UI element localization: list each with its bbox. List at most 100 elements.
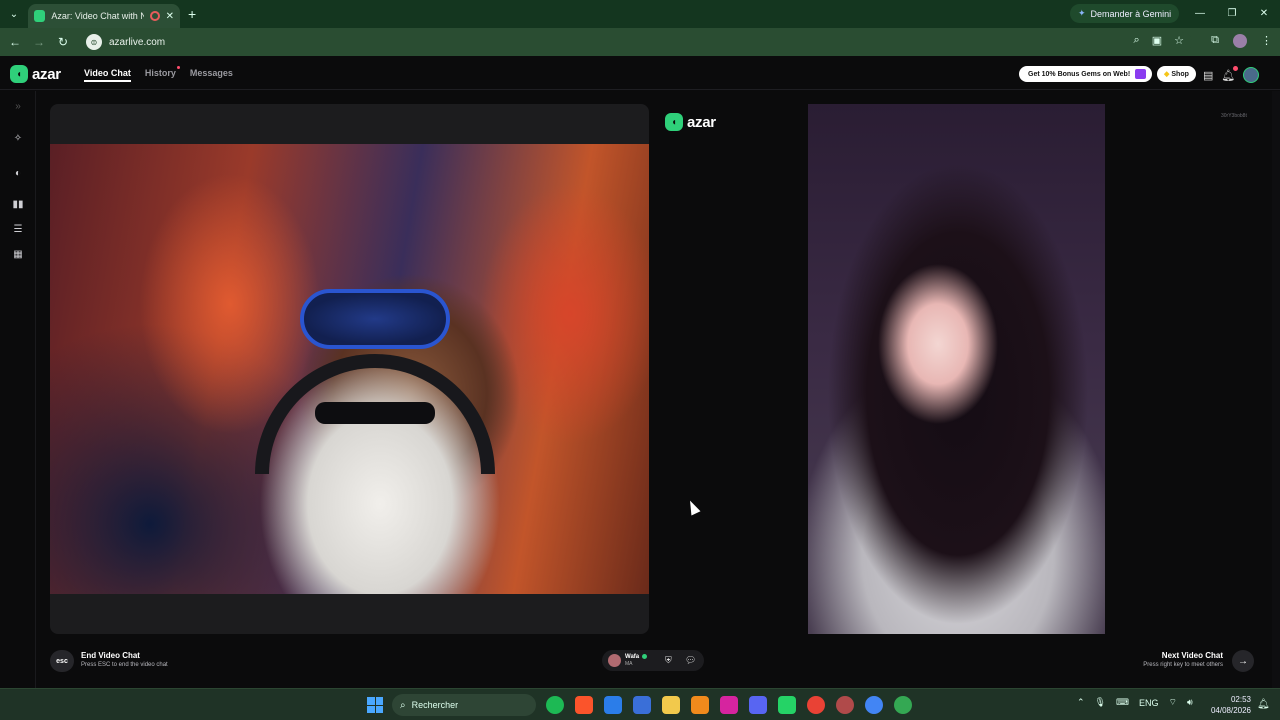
zoom-icon[interactable]: ⌕ (1134, 34, 1140, 47)
microphone-icon[interactable]: 🎙︎ (1095, 697, 1106, 708)
browser-tab[interactable]: Azar: Video Chat with New ✕ (28, 4, 180, 28)
center-logo-text: azar (687, 113, 716, 131)
history-unread-dot (176, 66, 180, 69)
restore-icon[interactable]: ❐ (1216, 0, 1248, 28)
chrome-active-icon[interactable] (894, 696, 912, 714)
whatsapp-icon[interactable] (778, 696, 796, 714)
taskbar-clock[interactable]: 02:53 04/08/2026 (1205, 694, 1251, 716)
tab-title: Azar: Video Chat with New (51, 11, 144, 21)
omnibox[interactable]: ⊜ azarlive.com ⌕ ▣ ☆ (82, 32, 1192, 52)
instagram-icon[interactable] (720, 696, 738, 714)
spotify-icon[interactable] (546, 696, 564, 714)
chrome-alt-icon[interactable] (865, 696, 883, 714)
nav-video-chat[interactable]: Video Chat (84, 68, 131, 82)
nav-history[interactable]: History (145, 66, 180, 82)
gemini-icon: ✦ (1078, 8, 1086, 18)
next-chat-button[interactable]: → (1232, 650, 1254, 672)
windows-taskbar: ⌕ Rechercher ⌃ 🎙︎ ⌨ ENG ⌔ 🔊︎ 02:53 04/08… (0, 688, 1280, 720)
shop-button[interactable]: ◆ Shop (1157, 66, 1196, 82)
azar-header: ◖ azar Video Chat History Messages Get 1… (0, 58, 1280, 90)
nav-messages[interactable]: Messages (190, 68, 233, 82)
tab-search-icon[interactable]: ⌄ (6, 6, 22, 22)
chrome-profile-icon[interactable] (836, 696, 854, 714)
expand-rail-icon[interactable]: » (11, 101, 25, 112)
reload-icon[interactable]: ↻ (55, 34, 71, 50)
magic-wand-icon[interactable]: ✧ (11, 133, 25, 144)
windows-start-icon[interactable] (367, 697, 383, 713)
center-azar-logo: ◖ azar (665, 113, 716, 131)
peer-info-chip: Wafa MA ⛨ 💬︎ (602, 650, 704, 671)
header-icons: ▤ 🔔︎ (1203, 65, 1260, 83)
main-nav: Video Chat History Messages (84, 66, 233, 82)
layout-side-by-side-icon[interactable]: ▮▮ (11, 199, 25, 210)
extensions-icon[interactable]: ⧉ (1211, 34, 1219, 48)
url-text[interactable]: azarlive.com (109, 37, 165, 48)
arrow-right-icon: → (1238, 655, 1248, 667)
report-shield-icon[interactable]: ⛨ (665, 655, 672, 666)
tray-overflow-icon[interactable]: ⌃ (1077, 697, 1085, 708)
peer-country: MA (625, 661, 633, 667)
brave-icon[interactable] (575, 696, 593, 714)
volume-icon[interactable]: 🔊︎ (1187, 697, 1193, 708)
goggles-shape (300, 289, 450, 349)
layout-grid-icon[interactable]: ▦ (11, 249, 25, 260)
back-icon[interactable]: ← (7, 34, 23, 50)
filter-icon[interactable]: ◐ (11, 168, 25, 179)
clock-time: 02:53 (1230, 695, 1251, 704)
promo-label: Get 10% Bonus Gems on Web! (1028, 70, 1131, 78)
sunglasses-shape (315, 402, 435, 424)
layout-stacked-icon[interactable]: ☰ (11, 224, 25, 235)
end-chat-button[interactable]: esc (50, 650, 74, 672)
window-controls: — ❐ ✕ (1184, 0, 1280, 28)
notification-bell-icon[interactable]: 🔔︎ (1221, 65, 1239, 82)
vlc-icon[interactable] (691, 696, 709, 714)
peer-avatar[interactable] (608, 654, 621, 667)
my-camera-video (50, 144, 649, 594)
mouse-cursor-icon (685, 498, 701, 516)
minimize-icon[interactable]: — (1184, 0, 1216, 28)
system-tray: ⌃ 🎙︎ ⌨ ENG ⌔ 🔊︎ (1077, 697, 1193, 708)
store-icon[interactable] (633, 696, 651, 714)
video-watermark: 30rY3bob8t (1221, 113, 1247, 119)
chat-bubble-icon[interactable]: 💬︎ (685, 655, 696, 666)
taskbar-search[interactable]: ⌕ Rechercher (392, 694, 536, 716)
recording-icon (149, 11, 160, 21)
chrome-icon[interactable] (807, 696, 825, 714)
file-explorer-icon[interactable] (662, 696, 680, 714)
center-logo-icon: ◖ (665, 113, 683, 131)
notification-badge (1233, 65, 1239, 71)
extension-area: ⧉ ⋮ (1211, 34, 1272, 48)
site-info-icon[interactable]: ⊜ (86, 34, 102, 50)
search-placeholder: Rechercher (411, 700, 459, 710)
browser-tab-bar: ⌄ Azar: Video Chat with New ✕ + ✦ Demand… (0, 0, 1280, 28)
address-bar: ← → ↻ ⊜ azarlive.com ⌕ ▣ ☆ ⧉ ⋮ (0, 28, 1280, 56)
bonus-gems-button[interactable]: Get 10% Bonus Gems on Web! (1019, 66, 1153, 82)
wifi-icon[interactable]: ⌔ (1169, 697, 1177, 708)
azar-logo[interactable]: ◖ azar (10, 65, 61, 83)
keyboard-icon[interactable]: ⌨ (1116, 697, 1129, 708)
language-indicator[interactable]: ENG (1139, 698, 1159, 708)
close-tab-icon[interactable]: ✕ (166, 11, 174, 22)
notification-center-icon[interactable]: 🔔︎ (1257, 699, 1270, 710)
clock-date: 04/08/2026 (1210, 706, 1251, 715)
close-window-icon[interactable]: ✕ (1248, 0, 1280, 28)
inbox-icon[interactable]: ▤ (1203, 69, 1213, 82)
peer-camera-video (808, 104, 1105, 634)
user-avatar[interactable] (1243, 67, 1260, 83)
page-scrollbar[interactable] (1272, 91, 1280, 688)
menu-kebab-icon[interactable]: ⋮ (1261, 34, 1272, 48)
defender-icon[interactable] (604, 696, 622, 714)
end-chat-hint: Press ESC to end the video chat (81, 662, 168, 668)
next-chat-title: Next Video Chat (1161, 651, 1223, 660)
new-tab-icon[interactable]: + (188, 6, 196, 22)
discord-icon[interactable] (749, 696, 767, 714)
gem-icon: ◆ (1164, 71, 1170, 78)
cast-icon[interactable]: ▣ (1152, 34, 1162, 47)
forward-icon[interactable]: → (31, 34, 47, 50)
profile-avatar[interactable] (1233, 34, 1247, 48)
gemini-button[interactable]: ✦ Demander à Gemini (1070, 4, 1180, 23)
omnibox-actions: ⌕ ▣ ☆ (1134, 34, 1184, 47)
azar-logo-text: azar (32, 65, 61, 83)
bookmark-star-icon[interactable]: ☆ (1174, 34, 1184, 47)
gemini-label: Demander à Gemini (1090, 8, 1172, 19)
